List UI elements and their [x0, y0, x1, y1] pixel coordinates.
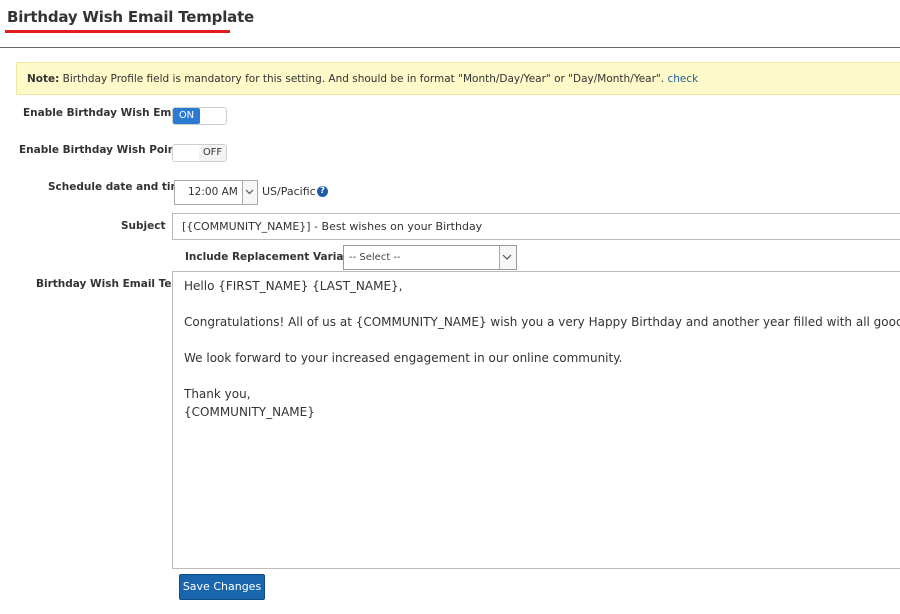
- subject-input[interactable]: [{COMMUNITY_NAME}] - Best wishes on your…: [172, 213, 900, 240]
- schedule-label: Schedule date and time: [48, 181, 189, 193]
- chevron-down-icon: [499, 246, 516, 269]
- birthday-email-label: Enable Birthday Wish Email: [23, 107, 186, 119]
- birthday-points-label: Enable Birthday Wish Points: [19, 144, 187, 156]
- schedule-time-select[interactable]: 12:00 AM: [174, 180, 258, 205]
- email-text-label: Birthday Wish Email Text: [36, 278, 184, 290]
- title-underline: [5, 30, 230, 33]
- replacement-variables-select[interactable]: -- Select --: [343, 245, 517, 270]
- email-line-congrats: Congratulations! All of us at {COMMUNITY…: [184, 315, 900, 329]
- title-divider: [0, 47, 900, 48]
- note-text: Birthday Profile field is mandatory for …: [59, 73, 668, 85]
- email-text-area[interactable]: Hello {FIRST_NAME} {LAST_NAME}, Congratu…: [172, 271, 900, 569]
- save-changes-button[interactable]: Save Changes: [179, 574, 265, 600]
- birthday-points-toggle[interactable]: OFF: [172, 144, 227, 162]
- email-line-engagement: We look forward to your increased engage…: [184, 351, 623, 365]
- birthday-wish-settings-page: Birthday Wish Email Template Note: Birth…: [0, 0, 900, 614]
- note-bold-label: Note:: [27, 73, 60, 85]
- replacement-variables-value: -- Select --: [349, 252, 401, 263]
- toggle-state: ON: [173, 108, 200, 124]
- email-line-thanks: Thank you,: [184, 387, 251, 401]
- email-line-greeting: Hello {FIRST_NAME} {LAST_NAME},: [184, 279, 403, 293]
- birthday-email-toggle[interactable]: ON: [172, 107, 227, 125]
- toggle-state: OFF: [199, 145, 226, 161]
- schedule-time-value: 12:00 AM: [188, 186, 238, 198]
- chevron-down-icon: [242, 181, 257, 204]
- timezone-text: US/Pacific: [262, 185, 316, 198]
- question-circle-icon[interactable]: ?: [317, 186, 328, 197]
- note-check-link[interactable]: check: [667, 73, 698, 85]
- email-line-signature: {COMMUNITY_NAME}: [184, 405, 315, 419]
- subject-label: Subject: [121, 220, 166, 232]
- page-title: Birthday Wish Email Template: [7, 8, 255, 26]
- note-banner: Note: Birthday Profile field is mandator…: [16, 62, 900, 95]
